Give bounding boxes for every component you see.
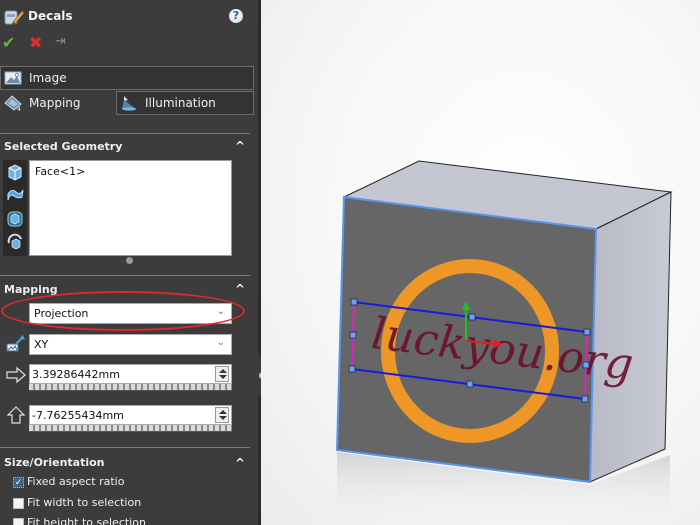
list-resize-handle[interactable] xyxy=(126,257,133,264)
vertical-location-thumbwheel[interactable] xyxy=(29,425,232,432)
horizontal-location-value: 3.39286442mm xyxy=(32,368,120,381)
filter-body-icon[interactable] xyxy=(6,210,24,228)
selected-geometry-list[interactable]: Face<1> xyxy=(29,160,232,256)
filter-part-icon[interactable] xyxy=(6,233,24,251)
image-icon xyxy=(4,71,22,85)
horizontal-location-thumbwheel[interactable] xyxy=(29,384,232,391)
chevron-down-icon: ⌄ xyxy=(216,337,225,348)
spin-down-icon[interactable] xyxy=(219,416,227,420)
decals-property-manager: Decals ? ✔ ✖ ⇥ Image 4 Mapping Illuminat… xyxy=(0,0,258,525)
collapse-selected-geometry-icon[interactable]: ^ xyxy=(235,140,247,152)
filter-surface-icon[interactable] xyxy=(6,185,24,203)
horizontal-location-arrow-icon xyxy=(6,366,26,384)
resize-handle[interactable] xyxy=(583,328,591,336)
help-icon[interactable]: ? xyxy=(229,9,243,23)
checkbox-label: Fit height to selection xyxy=(27,516,146,525)
resize-handle[interactable] xyxy=(349,331,357,339)
panel-title: Decals xyxy=(28,9,73,23)
action-buttons: ✔ ✖ ⇥ xyxy=(0,33,100,53)
collapse-mapping-icon[interactable]: ^ xyxy=(235,283,247,295)
projection-direction-select[interactable]: XY ⌄ xyxy=(29,334,232,355)
vertical-location-value: -7.76255434mm xyxy=(32,409,124,422)
resize-handle[interactable] xyxy=(581,395,589,403)
tab-illumination-label: Illumination xyxy=(145,96,216,110)
pin-icon[interactable]: ⇥ xyxy=(55,34,71,50)
tab-image-label: Image xyxy=(29,71,67,85)
resize-handle[interactable] xyxy=(348,365,356,373)
tab-image[interactable]: Image xyxy=(0,66,254,90)
horizontal-location-input[interactable]: 3.39286442mm xyxy=(29,364,232,384)
filter-face-icon[interactable] xyxy=(6,163,24,181)
ok-check-icon[interactable]: ✔ xyxy=(2,33,18,52)
section-divider xyxy=(0,133,250,134)
selected-geometry-title: Selected Geometry xyxy=(4,140,123,153)
svg-text:4: 4 xyxy=(17,106,21,111)
checkbox-label: Fit width to selection xyxy=(27,496,142,509)
list-item[interactable]: Face<1> xyxy=(35,165,85,178)
resize-handle[interactable] xyxy=(468,313,476,321)
collapse-size-orientation-icon[interactable]: ^ xyxy=(235,457,247,469)
vertical-location-input[interactable]: -7.76255434mm xyxy=(29,405,232,425)
tab-mapping-label: Mapping xyxy=(29,96,81,110)
red-annotation-ellipse xyxy=(1,291,245,331)
resize-handle[interactable] xyxy=(466,380,474,388)
illumination-icon xyxy=(122,96,136,111)
mapping-icon: 4 xyxy=(4,95,22,111)
resize-handle[interactable] xyxy=(350,298,358,306)
size-orientation-title: Size/Orientation xyxy=(4,456,105,469)
section-divider xyxy=(0,447,250,448)
fit-width-checkbox[interactable]: Fit width to selection xyxy=(13,496,243,512)
vertical-location-arrow-icon xyxy=(6,406,26,424)
checkbox-unchecked[interactable] xyxy=(13,518,24,525)
fixed-aspect-ratio-checkbox[interactable]: ✓ Fixed aspect ratio xyxy=(13,475,243,491)
spin-up-icon[interactable] xyxy=(219,369,227,373)
horizontal-location-spinner[interactable] xyxy=(215,366,229,382)
checkbox-unchecked[interactable] xyxy=(13,498,24,509)
resize-handle[interactable] xyxy=(582,361,590,369)
checkbox-checked[interactable]: ✓ xyxy=(13,477,24,488)
decals-icon xyxy=(4,10,24,25)
cancel-x-icon[interactable]: ✖ xyxy=(29,33,45,52)
geometry-filter-toolbar xyxy=(3,160,27,256)
spin-down-icon[interactable] xyxy=(219,375,227,379)
vertical-location-spinner[interactable] xyxy=(215,407,229,423)
panel-title-row: Decals ? xyxy=(0,6,258,28)
spin-up-icon[interactable] xyxy=(219,410,227,414)
fit-height-checkbox[interactable]: Fit height to selection xyxy=(13,516,243,525)
graphics-viewport[interactable]: luckyou.org xyxy=(261,0,700,525)
projection-direction-icon xyxy=(6,335,25,352)
tab-illumination[interactable]: Illumination xyxy=(116,91,254,115)
model-view[interactable]: luckyou.org xyxy=(261,0,700,525)
projection-direction-value: XY xyxy=(34,338,49,351)
tab-mapping[interactable]: 4 Mapping xyxy=(0,91,116,115)
section-divider xyxy=(0,275,250,276)
checkbox-label: Fixed aspect ratio xyxy=(27,475,125,488)
